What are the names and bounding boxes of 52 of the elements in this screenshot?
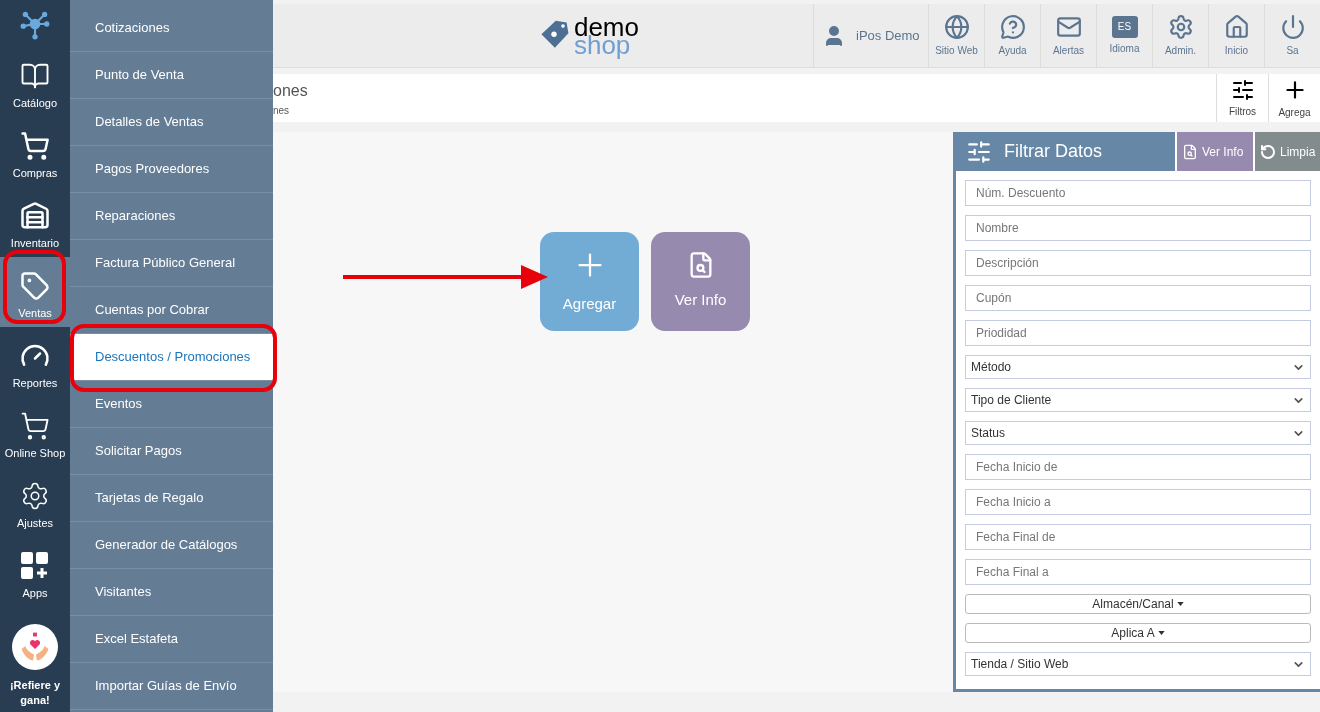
language-badge: ES bbox=[1111, 15, 1138, 38]
dropdown-button[interactable]: Almacén/Canal bbox=[965, 594, 1311, 614]
home-icon bbox=[1223, 13, 1250, 40]
filter-icon bbox=[1230, 77, 1255, 102]
breadcrumb: nes bbox=[273, 103, 291, 118]
filter-select[interactable]: Status bbox=[965, 421, 1311, 445]
nav-button[interactable]: Inicio bbox=[1208, 4, 1264, 67]
tile-button[interactable]: Agregar bbox=[540, 232, 639, 331]
filter-input[interactable]: Núm. Descuento bbox=[965, 180, 1311, 206]
dropdown-button[interactable]: Aplica A bbox=[965, 623, 1311, 643]
price-tag-icon bbox=[20, 270, 50, 301]
cart-icon bbox=[20, 130, 50, 161]
filter-input[interactable]: Descripción bbox=[965, 250, 1311, 276]
filter-input[interactable]: Fecha Final de bbox=[965, 524, 1311, 550]
globe-icon bbox=[943, 13, 970, 40]
toolbar-button[interactable]: Filtros bbox=[1216, 74, 1268, 122]
filter-header-button[interactable]: Limpia bbox=[1255, 132, 1320, 171]
filter-title: Filtrar Datos bbox=[1004, 140, 1102, 163]
nav-button[interactable]: Sa bbox=[1264, 4, 1320, 67]
filter-input[interactable]: Nombre bbox=[965, 215, 1311, 241]
nav-button[interactable]: Alertas bbox=[1040, 4, 1096, 67]
caret-icon bbox=[1157, 631, 1165, 635]
filter-icon bbox=[966, 138, 992, 165]
document-search-icon bbox=[1182, 143, 1198, 160]
filter-header-button[interactable]: Ver Info bbox=[1177, 132, 1253, 171]
filter-input[interactable]: Fecha Final a bbox=[965, 559, 1311, 585]
warehouse-icon bbox=[20, 200, 50, 231]
toolbar-button[interactable]: Agrega bbox=[1268, 74, 1320, 122]
filter-input[interactable]: Cupón bbox=[965, 285, 1311, 311]
page-title: ones bbox=[273, 80, 309, 101]
help-icon bbox=[999, 13, 1026, 40]
tile-button[interactable]: Ver Info bbox=[651, 232, 750, 331]
filter-input[interactable]: Fecha Inicio a bbox=[965, 489, 1311, 515]
filter-select[interactable]: Método bbox=[965, 355, 1311, 379]
filter-input[interactable]: Fecha Inicio de bbox=[965, 454, 1311, 480]
filter-select[interactable]: Tienda / Sitio Web bbox=[965, 652, 1311, 676]
logo-text: demo bbox=[573, 16, 639, 37]
filter-input[interactable]: Priodidad bbox=[965, 320, 1311, 346]
user-menu[interactable]: iPos Demo bbox=[813, 4, 928, 67]
caret-icon bbox=[1176, 602, 1184, 606]
power-icon bbox=[1279, 13, 1306, 40]
settings-icon bbox=[1167, 13, 1194, 40]
nav-button[interactable]: Ayuda bbox=[984, 4, 1040, 67]
nav-button[interactable]: Sitio Web bbox=[928, 4, 984, 67]
nav-button[interactable]: ES Idioma bbox=[1096, 4, 1152, 67]
filter-select[interactable]: Tipo de Cliente bbox=[965, 388, 1311, 412]
apps-icon bbox=[20, 550, 50, 581]
reset-icon bbox=[1260, 143, 1276, 160]
nav-button[interactable]: Admin. bbox=[1152, 4, 1208, 67]
settings-icon bbox=[20, 480, 50, 511]
cart-icon bbox=[20, 410, 50, 441]
referral-label[interactable]: ¡Refiere y gana! bbox=[3, 678, 67, 708]
